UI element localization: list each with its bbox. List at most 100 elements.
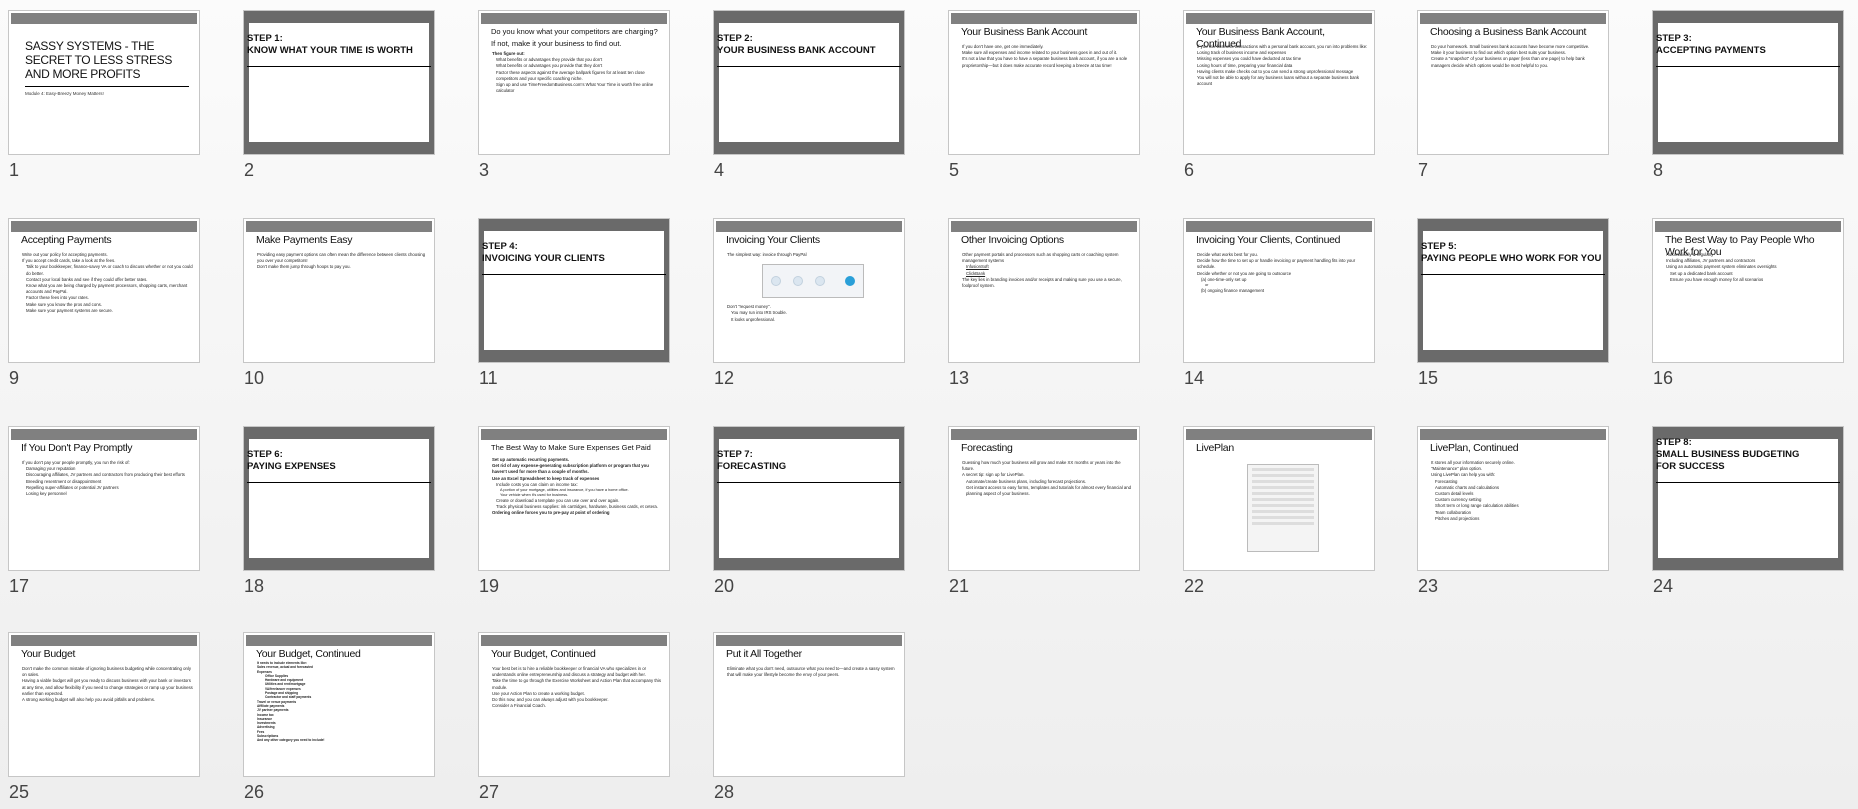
slide-number: 4 xyxy=(714,160,725,180)
bullet-text: Your best bet is to hire a reliable book… xyxy=(492,666,647,678)
invoice-option-icon xyxy=(814,276,825,287)
slide-thumbnail-23[interactable]: LivePlan, Continued It stores all your in… xyxy=(1417,426,1609,571)
slide-number: 24 xyxy=(1653,576,1674,596)
bullet-text: And any other category you need to inclu… xyxy=(257,738,325,743)
slide-header-bar xyxy=(11,429,197,440)
slide-thumbnail-2[interactable]: STEP 1: KNOW WHAT YOUR TIME IS WORTH xyxy=(243,10,435,155)
slide-thumbnail-28[interactable]: Put it All Together Eliminate what you do… xyxy=(713,632,905,777)
slide-number: 12 xyxy=(714,368,735,388)
slide-body: Other payment portals and processors suc… xyxy=(962,252,1133,289)
slide-thumbnail-7[interactable]: Choosing a Business Bank Account Do your … xyxy=(1417,10,1609,155)
slide-thumbnail-16[interactable]: The Best Way to Pay People Who Work for … xyxy=(1652,218,1844,363)
slide-thumbnail-18[interactable]: STEP 6: PAYING EXPENSES xyxy=(243,426,435,571)
bullet-text: Get instant access to easy forms, templa… xyxy=(966,484,1132,497)
bullet-text: The simplest way: invoice through PayPal xyxy=(727,252,807,257)
bullet-text: Don't make them jump through hoops to pa… xyxy=(257,264,351,270)
screenshot-text-line xyxy=(1251,492,1314,495)
bullet-text: It's not a law that you have to have a s… xyxy=(962,56,1128,68)
slide-thumbnail-21[interactable]: Forecasting Guessing how much your busine… xyxy=(948,426,1140,571)
slide-thumbnail-15[interactable]: STEP 5: PAYING PEOPLE WHO WORK FOR YOU xyxy=(1417,218,1609,363)
bullet-text: Decide how the time to set up or handle … xyxy=(1197,258,1356,270)
slide-title: The Best Way to Make Sure Expenses Get P… xyxy=(491,443,651,452)
slide-header-bar xyxy=(1420,429,1606,440)
slide-thumbnail-5[interactable]: Your Business Bank Account If you don't h… xyxy=(948,10,1140,155)
slide-number: 23 xyxy=(1418,576,1439,596)
slide-thumbnail-12[interactable]: Invoicing Your Clients The simplest way: … xyxy=(713,218,905,363)
slide-thumbnail-1[interactable]: SASSY SYSTEMS - THE SECRET TO LESS STRES… xyxy=(8,10,200,155)
slide-title: Choosing a Business Bank Account xyxy=(1430,26,1587,38)
screenshot-text-line xyxy=(1251,504,1314,507)
bullet-text: Consider a Financial Coach. xyxy=(492,703,546,709)
screenshot-text-line xyxy=(1251,510,1314,513)
slide-title: Do you know what your competitors are ch… xyxy=(491,27,658,48)
slide-title: SASSY SYSTEMS - THE SECRET TO LESS STRES… xyxy=(25,39,189,87)
slide-thumbnail-8[interactable]: STEP 3: ACCEPTING PAYMENTS xyxy=(1652,10,1844,155)
bullet-text: Make sure your payment systems are secur… xyxy=(26,307,113,313)
bullet-text: Don't make the common mistake of ignorin… xyxy=(22,666,191,678)
slide-header-bar xyxy=(1186,13,1372,24)
bullet-text: Get rid of any expense-generating subscr… xyxy=(492,463,649,475)
slide-header-bar xyxy=(716,221,902,232)
slide-thumbnail-17[interactable]: If You Don't Pay Promptly If you don't pa… xyxy=(8,426,200,571)
slide-number: 21 xyxy=(949,576,970,596)
slide-thumbnail-4[interactable]: STEP 2: YOUR BUSINESS BANK ACCOUNT xyxy=(713,10,905,155)
bullet-text: Ensure you have enough money for all sce… xyxy=(1670,276,1764,282)
bullet-text: (b) ongoing finance management xyxy=(1201,288,1265,294)
slide-body: Do your homework. Small business bank ac… xyxy=(1431,44,1602,69)
slide-thumbnail-25[interactable]: Your Budget Don't make the common mistake… xyxy=(8,632,200,777)
slide-header-bar xyxy=(1420,13,1606,24)
slide-thumbnail-20[interactable]: STEP 7: FORECASTING xyxy=(713,426,905,571)
slide-number: 25 xyxy=(9,782,30,802)
slide-thumbnail-3[interactable]: Do you know what your competitors are ch… xyxy=(478,10,670,155)
slide-number: 16 xyxy=(1653,368,1674,388)
invoice-option-icon xyxy=(844,276,855,287)
slide-thumbnail-13[interactable]: Other Invoicing Options Other payment por… xyxy=(948,218,1140,363)
slide-thumbnail-14[interactable]: Invoicing Your Clients, Continued Decide … xyxy=(1183,218,1375,363)
slide-header-bar xyxy=(246,221,432,232)
section-title: STEP 4: INVOICING YOUR CLIENTS xyxy=(482,241,666,275)
slide-title: Your Business Bank Account xyxy=(961,26,1088,38)
slide-body: It needs to include elements like: Sales … xyxy=(257,661,428,743)
invoice-option-icon xyxy=(770,276,781,287)
slide-body xyxy=(1197,460,1368,556)
slide-number: 14 xyxy=(1184,368,1205,388)
slide-thumbnail-27[interactable]: Your Budget, Continued Your best bet is t… xyxy=(478,632,670,777)
slide-thumbnail-11[interactable]: STEP 4: INVOICING YOUR CLIENTS xyxy=(478,218,670,363)
slide-title: LivePlan xyxy=(1196,442,1234,454)
slide-number: 8 xyxy=(1653,160,1664,180)
bullet-text: Discouraging affiliates, JV partners and… xyxy=(26,472,185,478)
slide-thumbnail-24[interactable]: STEP 8: SMALL BUSINESS BUDGETING FOR SUC… xyxy=(1652,426,1844,571)
slide-body: If you don't have one, get one immediate… xyxy=(962,44,1133,69)
slide-number: 17 xyxy=(9,576,30,596)
screenshot-text-line xyxy=(1251,498,1314,501)
bullet-text: Know what you are being charged by payme… xyxy=(26,283,188,295)
slide-title: Accepting Payments xyxy=(21,234,112,246)
bullet-text: Sign up and use TimeFreedomBusiness.com'… xyxy=(496,82,654,94)
slide-title: Put it All Together xyxy=(726,648,802,660)
slide-thumbnail-6[interactable]: Your Business Bank Account, Continued If … xyxy=(1183,10,1375,155)
slide-thumbnail-22[interactable]: LivePlan xyxy=(1183,426,1375,571)
slide-header-bar xyxy=(1186,429,1372,440)
section-title: STEP 1: KNOW WHAT YOUR TIME IS WORTH xyxy=(247,33,431,67)
slide-thumbnail-19[interactable]: The Best Way to Make Sure Expenses Get P… xyxy=(478,426,670,571)
slide-title: LivePlan, Continued xyxy=(1430,442,1519,454)
section-title: STEP 3: ACCEPTING PAYMENTS xyxy=(1656,33,1840,67)
bullet-text: It looks unprofessional. xyxy=(731,316,775,322)
slide-number: 28 xyxy=(714,782,735,802)
screenshot-text-line xyxy=(1251,468,1314,471)
section-title: STEP 7: FORECASTING xyxy=(717,449,901,483)
screenshot-text-line xyxy=(1251,480,1314,483)
bullet-text: Factor these aspects against the average… xyxy=(496,69,645,81)
slide-number: 5 xyxy=(949,160,960,180)
bullet-text: The key lies in branding invoices and/or… xyxy=(962,276,1122,289)
slide-header-bar xyxy=(951,13,1137,24)
bullet-text: Take the time to go through the Exercise… xyxy=(492,678,662,690)
slide-thumbnail-10[interactable]: Make Payments Easy Providing easy payment… xyxy=(243,218,435,363)
slide-thumbnail-9[interactable]: Accepting Payments Write out your policy … xyxy=(8,218,200,363)
slide-title: Forecasting xyxy=(961,442,1013,454)
slide-body: The simplest way: invoice through PayPal… xyxy=(727,252,898,323)
section-title: STEP 2: YOUR BUSINESS BANK ACCOUNT xyxy=(717,33,901,67)
slide-title: Make Payments Easy xyxy=(256,234,353,246)
slide-subtitle: Module 4: Easy-Breezy Money Matters! xyxy=(25,91,104,96)
slide-thumbnail-26[interactable]: Your Budget, Continued It needs to includ… xyxy=(243,632,435,777)
